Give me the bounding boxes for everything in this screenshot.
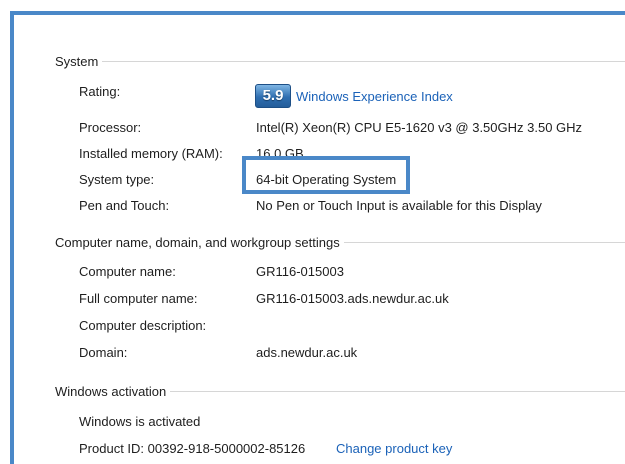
- section-divider: [343, 242, 625, 243]
- rating-label: Rating:: [79, 84, 121, 99]
- computer-name-value: GR116-015003: [256, 264, 344, 279]
- computer-description-label: Computer description:: [79, 318, 207, 333]
- highlight-box: [242, 156, 410, 194]
- memory-label: Installed memory (RAM):: [79, 146, 223, 161]
- activation-section-header: Windows activation: [55, 384, 625, 399]
- pen-touch-value: No Pen or Touch Input is available for t…: [256, 198, 542, 213]
- system-properties-window: System Rating: 5.9 Windows Experience In…: [0, 0, 625, 464]
- section-divider: [170, 391, 625, 392]
- section-divider: [102, 61, 625, 62]
- activation-status: Windows is activated: [79, 414, 201, 429]
- product-id: Product ID: 00392-918-5000002-85126: [79, 441, 306, 456]
- full-computer-name-label: Full computer name:: [79, 291, 198, 306]
- processor-label: Processor:: [79, 120, 142, 135]
- computer-name-label: Computer name:: [79, 264, 176, 279]
- pen-touch-label: Pen and Touch:: [79, 198, 170, 213]
- domain-value: ads.newdur.ac.uk: [256, 345, 358, 360]
- system-section-header: System: [55, 54, 625, 69]
- processor-value: Intel(R) Xeon(R) CPU E5-1620 v3 @ 3.50GH…: [256, 120, 583, 135]
- change-product-key-link[interactable]: Change product key: [336, 441, 452, 456]
- computer-section-header: Computer name, domain, and workgroup set…: [55, 235, 625, 250]
- wei-score-badge[interactable]: 5.9: [255, 84, 291, 108]
- domain-label: Domain:: [79, 345, 128, 360]
- system-section-title: System: [55, 54, 99, 69]
- computer-section-title: Computer name, domain, and workgroup set…: [55, 235, 340, 250]
- windows-experience-index-link[interactable]: Windows Experience Index: [296, 89, 453, 104]
- activation-section-title: Windows activation: [55, 384, 167, 399]
- system-type-label: System type:: [79, 172, 155, 187]
- full-computer-name-value: GR116-015003.ads.newdur.ac.uk: [256, 291, 449, 306]
